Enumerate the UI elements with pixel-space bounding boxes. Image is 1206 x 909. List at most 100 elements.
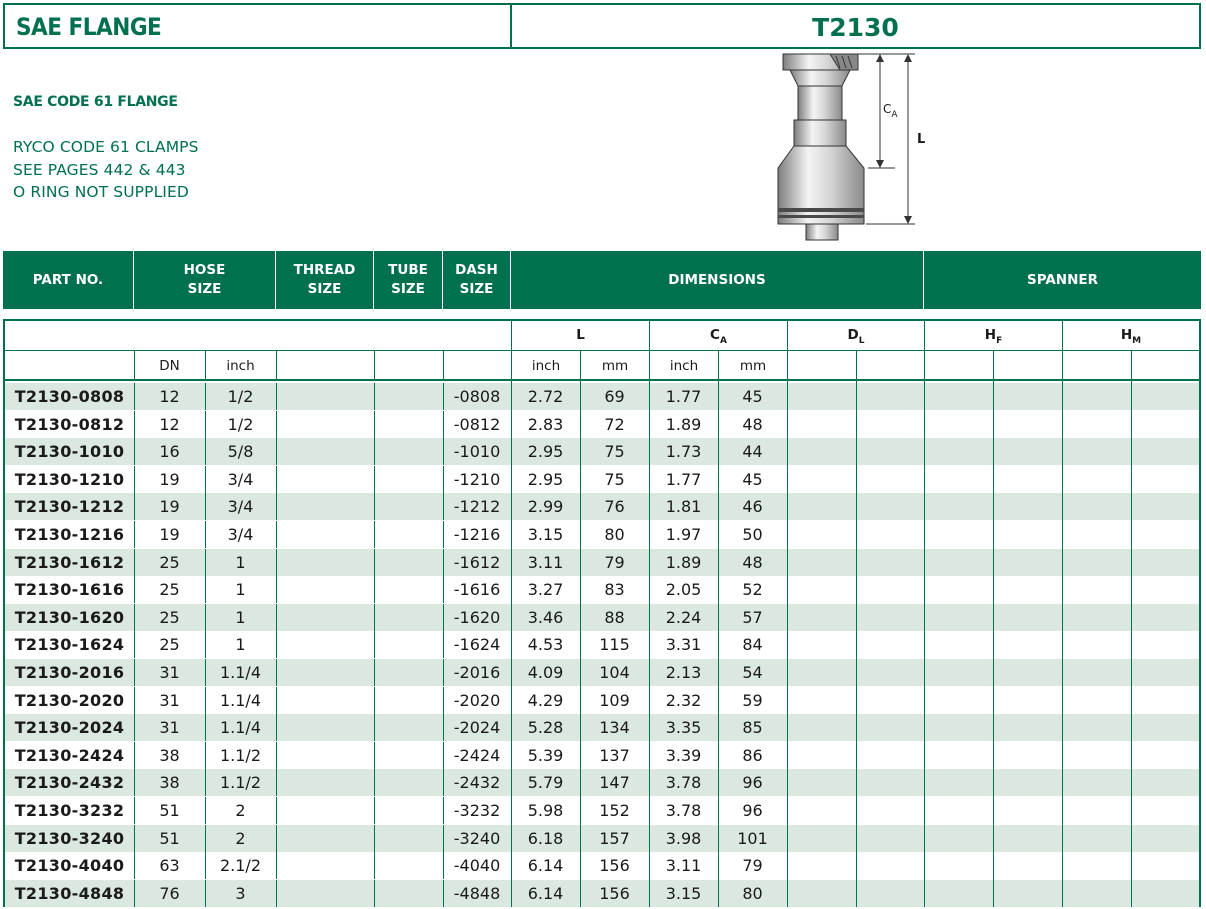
grid-line	[924, 879, 925, 907]
note-pages: SEE PAGES 442 & 443	[13, 160, 186, 179]
part-number-cell: T2130-1620	[14, 607, 125, 627]
part-number-cell: T2130-1010	[14, 442, 125, 462]
flange-subtitle: SAE CODE 61 FLANGE	[13, 94, 178, 110]
hose-inch-cell: 3/4	[227, 469, 254, 489]
dash-cell: -3240	[453, 828, 501, 848]
grid-line	[1062, 465, 1063, 493]
ca-inch-cell: 2.05	[665, 580, 702, 600]
ca-inch-cell: 3.78	[665, 773, 702, 793]
grid-line	[1062, 852, 1063, 880]
grid-line	[1131, 603, 1132, 631]
subheader-l-mm: mm	[601, 358, 629, 374]
hose-inch-cell: 2.1/2	[219, 856, 261, 876]
part-number-cell: T2130-2424	[14, 745, 125, 765]
dim-header-l: L	[576, 327, 585, 343]
grid-line	[374, 741, 375, 769]
hose-inch-cell: 1	[235, 607, 246, 627]
grid-line	[374, 797, 375, 824]
part-number-cell: T2130-1612	[14, 552, 125, 572]
grid-line	[276, 852, 277, 880]
grid-line	[276, 714, 277, 742]
grid-line	[374, 714, 375, 742]
subheader-l-inch: inch	[531, 358, 561, 374]
grid-line	[993, 438, 994, 466]
header-dash-size: DASH SIZE	[443, 251, 511, 309]
grid-line	[374, 603, 375, 631]
ca-inch-cell: 2.24	[665, 607, 702, 627]
table-row: T2130-2424 38 1.1/2 -2424 5.39 137 3.39 86	[5, 741, 1199, 769]
dash-cell: -1624	[453, 635, 501, 655]
grid-line	[787, 824, 788, 852]
hose-inch-cell: 1	[235, 552, 246, 572]
dn-cell: 16	[159, 442, 180, 462]
grid-line	[993, 631, 994, 659]
grid-line	[924, 769, 925, 797]
hose-inch-cell: 2	[235, 801, 246, 820]
grid-line	[856, 576, 857, 604]
l-inch-cell: 5.79	[527, 773, 564, 793]
header-spanner: SPANNER	[1026, 271, 1099, 288]
grid-line	[374, 769, 375, 797]
dash-cell: -1010	[453, 442, 501, 462]
grid-line	[1131, 438, 1132, 466]
grid-line	[1131, 576, 1132, 604]
grid-line	[787, 465, 788, 493]
table-row: T2130-1010 16 5/8 -1010 2.95 75 1.73 44	[5, 438, 1199, 466]
section-title-cell: SAE FLANGE	[5, 5, 512, 47]
header-tube-size: TUBE SIZE	[374, 251, 443, 309]
grid-line	[374, 659, 375, 686]
grid-line	[443, 350, 444, 380]
grid-line	[374, 631, 375, 659]
grid-line	[924, 797, 925, 824]
grid-line	[1131, 410, 1132, 438]
grid-line	[1062, 797, 1063, 824]
table-row: T2130-1216 19 3/4 -1216 3.15 80 1.97 50	[5, 521, 1199, 548]
grid-line	[993, 797, 994, 824]
ca-mm-cell: 54	[742, 663, 763, 682]
ca-mm-cell: 85	[742, 718, 763, 738]
l-inch-cell: 4.09	[527, 663, 564, 682]
grid-line	[924, 714, 925, 742]
dim-header-dl: DL	[847, 327, 865, 346]
ca-mm-cell: 45	[742, 387, 763, 406]
grid-line	[374, 383, 375, 410]
grid-line	[787, 879, 788, 907]
l-inch-cell: 2.95	[527, 469, 564, 489]
grid-line	[787, 741, 788, 769]
grid-line	[993, 383, 994, 410]
dash-cell: -2016	[453, 663, 501, 682]
grid-line	[276, 797, 277, 824]
grid-line	[787, 493, 788, 521]
grid-line	[276, 521, 277, 548]
table-row: T2130-0808 12 1/2 -0808 2.72 69 1.77 45	[5, 383, 1199, 410]
grid-line	[993, 465, 994, 493]
grid-line	[1062, 741, 1063, 769]
subheader-ca-mm: mm	[739, 358, 767, 374]
table-row: T2130-1212 19 3/4 -1212 2.99 76 1.81 46	[5, 493, 1199, 521]
l-mm-cell: 134	[599, 718, 630, 738]
part-number-cell: T2130-4848	[14, 883, 125, 903]
l-mm-cell: 156	[599, 856, 630, 876]
l-inch-cell: 6.18	[527, 828, 564, 848]
dn-cell: 31	[159, 663, 180, 682]
grid-line	[993, 548, 994, 576]
table-row: T2130-4848 76 3 -4848 6.14 156 3.15 80	[5, 879, 1199, 907]
l-mm-cell: 109	[599, 690, 630, 710]
fitting-drawing	[777, 53, 915, 241]
dash-cell: -1216	[453, 525, 501, 544]
dash-cell: -4848	[453, 883, 501, 903]
grid-line	[856, 465, 857, 493]
ca-inch-cell: 1.89	[665, 414, 702, 434]
grid-line	[1062, 769, 1063, 797]
grid-line	[1131, 879, 1132, 907]
grid-line	[1131, 824, 1132, 852]
hose-inch-cell: 1.1/4	[219, 663, 261, 682]
subheader-dn: DN	[159, 358, 180, 374]
dash-cell: -2424	[453, 745, 501, 765]
grid-line	[856, 714, 857, 742]
grid-line	[787, 603, 788, 631]
grid-line	[993, 521, 994, 548]
table-row: T2130-1620 25 1 -1620 3.46 88 2.24 57	[5, 603, 1199, 631]
grid-line	[374, 521, 375, 548]
l-inch-cell: 3.27	[527, 580, 564, 600]
